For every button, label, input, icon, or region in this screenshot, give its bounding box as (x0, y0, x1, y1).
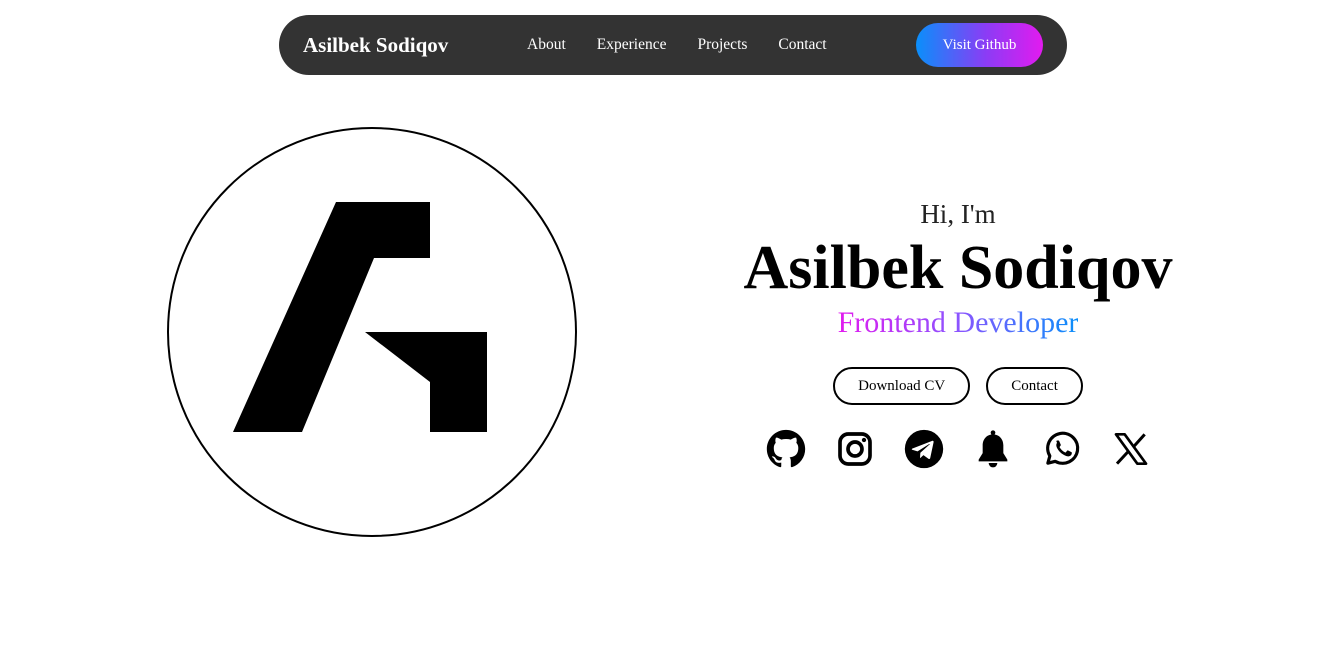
hero-name: Asilbek Sodiqov (743, 234, 1173, 302)
download-cv-button[interactable]: Download CV (833, 367, 971, 405)
hero-buttons: Download CV Contact (700, 367, 1216, 405)
nav-link-contact[interactable]: Contact (778, 36, 826, 54)
github-icon[interactable] (766, 429, 806, 469)
navbar: Asilbek Sodiqov About Experience Project… (279, 15, 1067, 75)
logo-circle (167, 127, 577, 537)
instagram-icon[interactable] (835, 429, 875, 469)
page: Asilbek Sodiqov About Experience Project… (0, 0, 1340, 647)
hero-greeting: Hi, I'm (920, 199, 996, 229)
nav-link-projects[interactable]: Projects (697, 36, 747, 54)
nav-link-experience[interactable]: Experience (597, 36, 667, 54)
hero-section: Hi, I'm Asilbek Sodiqov Frontend Develop… (700, 195, 1216, 469)
bell-icon[interactable] (973, 429, 1013, 469)
hero-role: Frontend Developer (838, 303, 1079, 343)
nav-links: About Experience Projects Contact (527, 15, 827, 75)
asilbek-a-logo-icon (233, 202, 487, 432)
nav-link-about[interactable]: About (527, 36, 566, 54)
contact-button[interactable]: Contact (986, 367, 1083, 405)
x-twitter-icon[interactable] (1111, 429, 1151, 469)
brand-name[interactable]: Asilbek Sodiqov (303, 15, 448, 75)
whatsapp-icon[interactable] (1042, 429, 1082, 469)
social-links (700, 429, 1216, 469)
visit-github-button[interactable]: Visit Github (916, 23, 1043, 67)
telegram-icon[interactable] (904, 429, 944, 469)
